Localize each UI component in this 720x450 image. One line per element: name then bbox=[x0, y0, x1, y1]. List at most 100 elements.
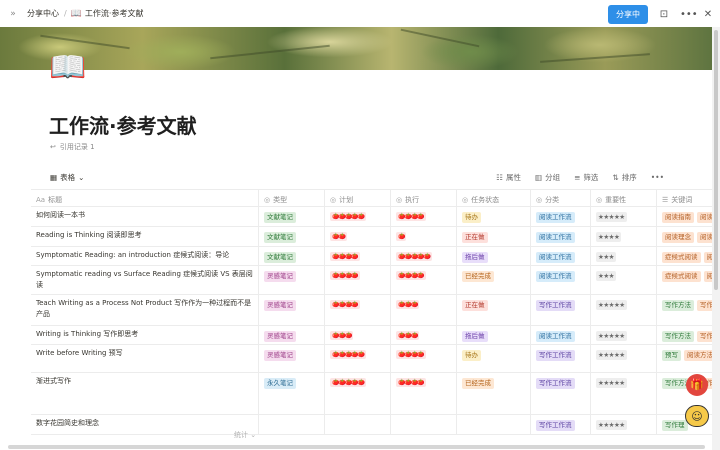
cell-category[interactable]: 写作工作流 bbox=[531, 415, 591, 434]
cell-plan[interactable]: 🍅🍅🍅🍅🍅 bbox=[325, 207, 391, 226]
breadcrumb-page[interactable]: 工作流·参考文献 bbox=[82, 8, 147, 19]
sort-button[interactable]: ⇅ 排序 bbox=[612, 172, 636, 183]
group-button[interactable]: ▥ 分组 bbox=[535, 172, 560, 183]
cell-exec[interactable]: 🍅🍅🍅 bbox=[391, 295, 457, 325]
table-row[interactable]: Teach Writing as a Process Not Product 写… bbox=[31, 295, 720, 326]
cell-importance[interactable]: ★★★★★ bbox=[591, 326, 657, 344]
gift-icon[interactable]: 🎁 bbox=[686, 374, 708, 396]
cell-exec[interactable]: 🍅🍅🍅🍅 bbox=[391, 373, 457, 414]
cell-type[interactable]: 灵感笔记 bbox=[259, 295, 325, 325]
table-row[interactable]: Reading is Thinking 阅读即思考 文献笔记 🍅🍅 🍅 正在做 阅读工作流… bbox=[31, 227, 720, 247]
cell-title[interactable]: Writing is Thinking 写作即思考 bbox=[31, 326, 259, 344]
cell-category[interactable]: 阅读工作流 bbox=[531, 326, 591, 344]
cell-plan[interactable]: 🍅🍅🍅🍅 bbox=[325, 266, 391, 294]
cell-importance[interactable]: ★★★★★ bbox=[591, 295, 657, 325]
cell-type[interactable]: 永久笔记 bbox=[259, 373, 325, 414]
cell-plan[interactable]: 🍅🍅🍅🍅 bbox=[325, 247, 391, 265]
cell-status[interactable]: 已经完成 bbox=[457, 266, 531, 294]
cell-importance[interactable]: ★★★★ bbox=[591, 227, 657, 246]
cell-plan[interactable]: 🍅🍅🍅 bbox=[325, 326, 391, 344]
table-row[interactable]: Write before Writing 预写 灵感笔记 🍅🍅🍅🍅🍅 🍅🍅🍅🍅 待办 写作… bbox=[31, 345, 720, 373]
vertical-scrollbar[interactable] bbox=[714, 30, 718, 290]
cell-category[interactable]: 写作工作流 bbox=[531, 295, 591, 325]
cell-keywords[interactable]: 症候式阅读阅 bbox=[657, 247, 720, 265]
cell-importance[interactable]: ★★★ bbox=[591, 247, 657, 265]
cell-type[interactable]: 文献笔记 bbox=[259, 247, 325, 265]
column-header-category[interactable]: ◎ 分类 bbox=[531, 190, 591, 206]
view-tab-table[interactable]: ▦ 表格 ⌄ bbox=[50, 172, 84, 183]
cell-type[interactable]: 文献笔记 bbox=[259, 207, 325, 226]
cell-category[interactable]: 阅读工作流 bbox=[531, 227, 591, 246]
cell-importance[interactable]: ★★★ bbox=[591, 266, 657, 294]
table-row[interactable]: 如何阅读一本书 文献笔记 🍅🍅🍅🍅🍅 🍅🍅🍅🍅 待办 阅读工作流 ★★★★★ 阅读指南 阅读 bbox=[31, 207, 720, 227]
table-row[interactable]: Writing is Thinking 写作即思考 灵感笔记 🍅🍅🍅 🍅🍅🍅 拖后做 阅读… bbox=[31, 326, 720, 345]
cell-keywords[interactable]: 症候式阅读阅 bbox=[657, 266, 720, 294]
cell-importance[interactable]: ★★★★★ bbox=[591, 345, 657, 372]
table-row[interactable]: Symptomatic reading vs Surface Reading 症… bbox=[31, 266, 720, 295]
cell-type[interactable] bbox=[259, 415, 325, 434]
cell-status[interactable]: 拖后做 bbox=[457, 326, 531, 344]
expand-sidebar-icon[interactable]: » bbox=[2, 9, 24, 19]
cell-exec[interactable]: 🍅 bbox=[391, 227, 457, 246]
help-mascot-icon[interactable]: ☺ bbox=[685, 405, 709, 427]
count-footer[interactable]: 统计 ⌄ bbox=[234, 430, 256, 440]
column-header-title[interactable]: Aa 标题 bbox=[31, 190, 259, 206]
cell-category[interactable]: 阅读工作流 bbox=[531, 247, 591, 265]
cell-keywords[interactable]: 写作方法写作 bbox=[657, 326, 720, 344]
cell-plan[interactable]: 🍅🍅🍅🍅 bbox=[325, 295, 391, 325]
bookmark-icon[interactable]: ⊡ bbox=[658, 9, 670, 20]
cell-importance[interactable]: ★★★★★ bbox=[591, 373, 657, 414]
table-row[interactable]: 数字花园简史和理念 写作工作流 ★★★★★ 写作理 bbox=[31, 415, 720, 435]
column-header-type[interactable]: ◎ 类型 bbox=[259, 190, 325, 206]
cell-status[interactable]: 正在做 bbox=[457, 295, 531, 325]
cell-title[interactable]: 渐进式写作 bbox=[31, 373, 259, 414]
cell-status[interactable] bbox=[457, 415, 531, 434]
properties-button[interactable]: ☷ 属性 bbox=[496, 172, 521, 183]
cell-type[interactable]: 灵感笔记 bbox=[259, 266, 325, 294]
cell-title[interactable]: Reading is Thinking 阅读即思考 bbox=[31, 227, 259, 246]
cell-category[interactable]: 写作工作流 bbox=[531, 373, 591, 414]
cell-keywords[interactable]: 阅读指南 阅读 bbox=[657, 207, 720, 226]
cell-plan[interactable] bbox=[325, 415, 391, 434]
cell-status[interactable]: 已经完成 bbox=[457, 373, 531, 414]
cell-status[interactable]: 正在做 bbox=[457, 227, 531, 246]
cell-title[interactable]: Symptomatic reading vs Surface Reading 症… bbox=[31, 266, 259, 294]
close-icon[interactable]: ✕ bbox=[702, 9, 714, 20]
cell-plan[interactable]: 🍅🍅🍅🍅🍅 bbox=[325, 373, 391, 414]
more-icon[interactable]: ••• bbox=[680, 9, 698, 20]
column-header-importance[interactable]: ◎ 重要性 bbox=[591, 190, 657, 206]
cell-status[interactable]: 待办 bbox=[457, 207, 531, 226]
cell-plan[interactable]: 🍅🍅 bbox=[325, 227, 391, 246]
cell-type[interactable]: 灵感笔记 bbox=[259, 326, 325, 344]
table-row[interactable]: 渐进式写作永久笔记🍅🍅🍅🍅🍅🍅🍅🍅🍅已经完成写作工作流★★★★★写作方法写作 bbox=[31, 373, 720, 415]
cell-title[interactable]: Teach Writing as a Process Not Product 写… bbox=[31, 295, 259, 325]
cell-importance[interactable]: ★★★★★ bbox=[591, 207, 657, 226]
cell-keywords[interactable]: 预写 阅读方法 bbox=[657, 345, 720, 372]
cell-category[interactable]: 阅读工作流 bbox=[531, 207, 591, 226]
cell-keywords[interactable]: 阅读理念 阅读 bbox=[657, 227, 720, 246]
table-row[interactable]: Symptomatic Reading: an introduction 症候式… bbox=[31, 247, 720, 266]
cell-exec[interactable] bbox=[391, 415, 457, 434]
page-title[interactable]: 工作流·参考文献 bbox=[49, 110, 197, 139]
page-icon-book[interactable]: 📖 bbox=[49, 51, 86, 85]
cell-exec[interactable]: 🍅🍅🍅🍅 bbox=[391, 207, 457, 226]
cell-importance[interactable]: ★★★★★ bbox=[591, 415, 657, 434]
cell-category[interactable]: 阅读工作流 bbox=[531, 266, 591, 294]
backlinks[interactable]: ↩ 引用记录 1 bbox=[50, 142, 95, 152]
share-button[interactable]: 分享中 bbox=[608, 5, 648, 24]
column-header-plan[interactable]: ◎ 计划 bbox=[325, 190, 391, 206]
more-view-options-icon[interactable]: ••• bbox=[651, 172, 664, 183]
filter-button[interactable]: ≡ 筛选 bbox=[574, 172, 598, 183]
breadcrumb-home[interactable]: 分享中心 bbox=[24, 8, 62, 19]
cell-type[interactable]: 灵感笔记 bbox=[259, 345, 325, 372]
cell-exec[interactable]: 🍅🍅🍅🍅 bbox=[391, 266, 457, 294]
cell-title[interactable]: Write before Writing 预写 bbox=[31, 345, 259, 372]
horizontal-scrollbar[interactable] bbox=[8, 445, 705, 449]
cell-plan[interactable]: 🍅🍅🍅🍅🍅 bbox=[325, 345, 391, 372]
column-header-keywords[interactable]: ☰ 关键词 bbox=[657, 190, 720, 206]
cell-title[interactable]: 数字花园简史和理念 bbox=[31, 415, 259, 434]
cell-keywords[interactable]: 写作方法写作 bbox=[657, 295, 720, 325]
cell-exec[interactable]: 🍅🍅🍅 bbox=[391, 326, 457, 344]
cell-title[interactable]: Symptomatic Reading: an introduction 症候式… bbox=[31, 247, 259, 265]
cell-category[interactable]: 写作工作流 bbox=[531, 345, 591, 372]
